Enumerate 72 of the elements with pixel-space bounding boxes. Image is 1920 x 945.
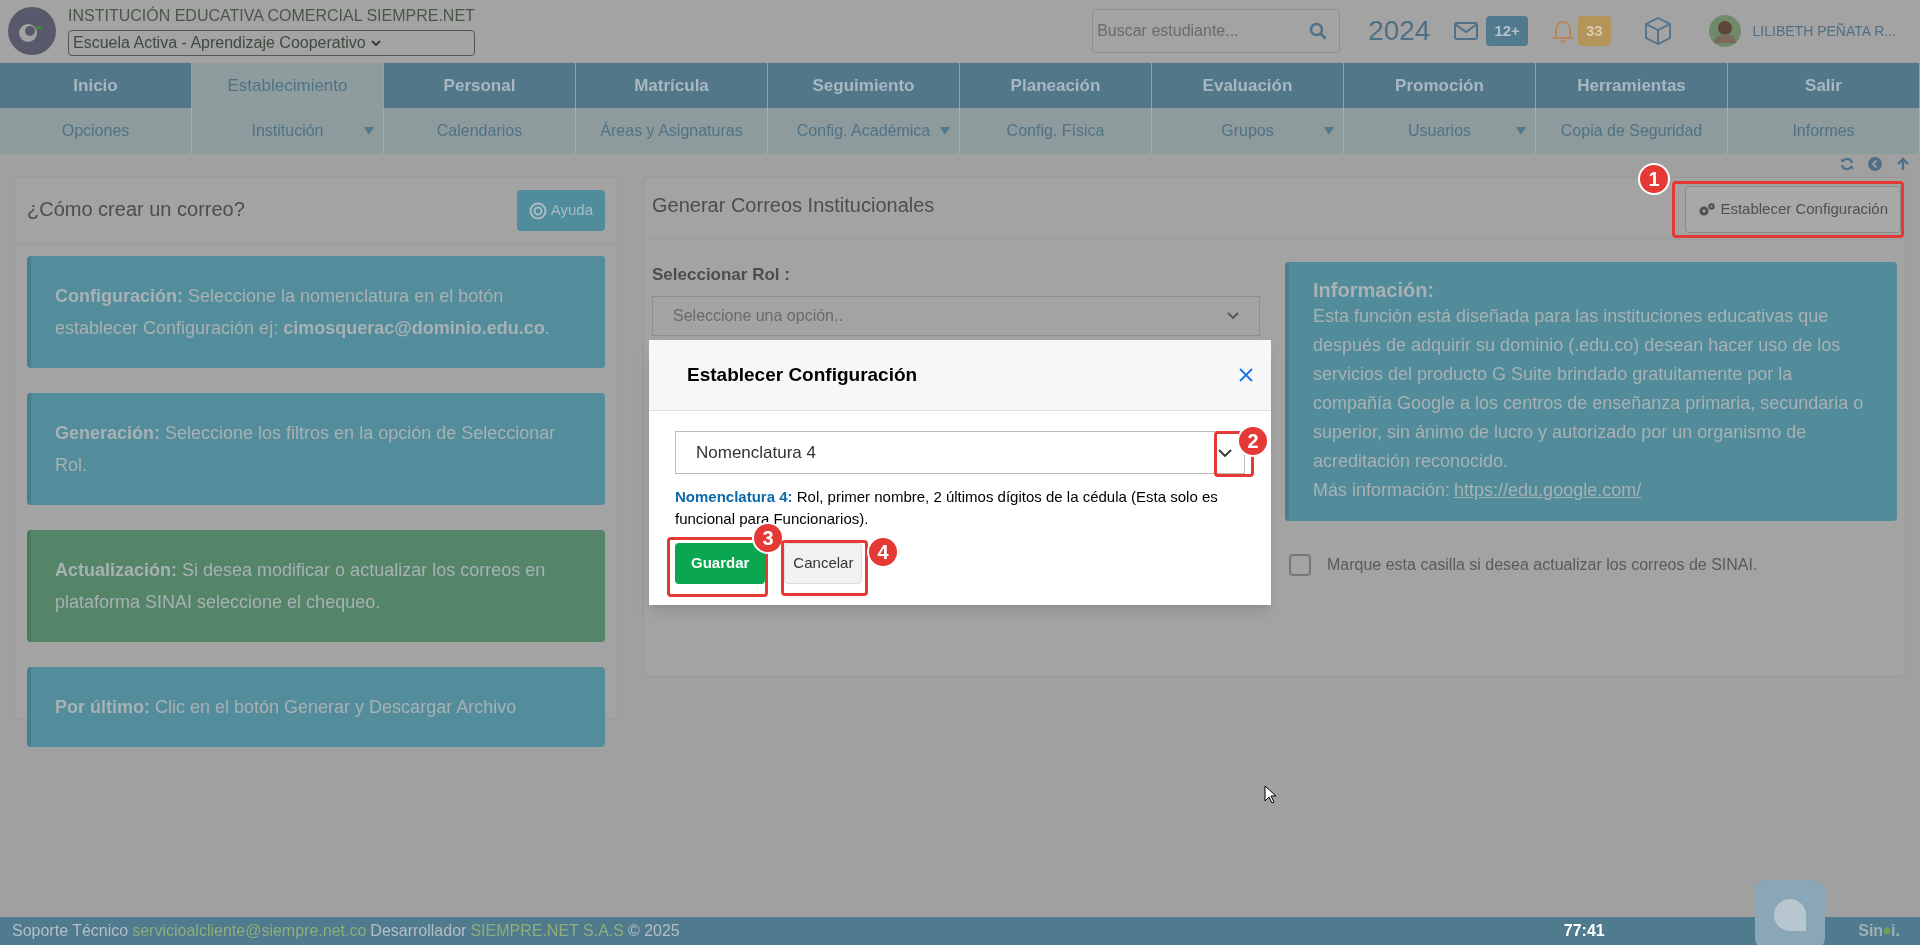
logo-icon [8, 7, 56, 55]
developer-label: Desarrollador [370, 921, 467, 941]
submenu-item[interactable]: Institución [192, 108, 384, 154]
update-checkbox[interactable] [1289, 554, 1311, 576]
refresh-icon[interactable] [1840, 157, 1854, 171]
panel-title: Generar Correos Institucionales [652, 193, 935, 218]
menu-tab[interactable]: Promoción [1344, 63, 1536, 108]
checkbox-label: Marque esta casilla si desea actualizar los correos de SINAI. [1327, 555, 1758, 575]
menu-tab[interactable]: Seguimiento [768, 63, 960, 108]
bell-icon[interactable] [1551, 19, 1574, 43]
arrow-up-icon[interactable] [1896, 157, 1910, 171]
support-label: Soporte Técnico [12, 921, 129, 941]
submenu-item[interactable]: Config. Física [960, 108, 1152, 154]
submenu-item[interactable]: Copia de Seguridad [1536, 108, 1728, 154]
submenu-item[interactable]: Usuarios [1344, 108, 1536, 154]
copyright-text: © 2025 [627, 921, 680, 941]
messages-badge: 12+ [1486, 15, 1528, 47]
menu-tab[interactable]: Herramientas [1536, 63, 1728, 108]
support-email-link[interactable]: servicioalcliente@siempre.net.co [132, 919, 367, 943]
year-label: 2024 [1368, 14, 1431, 48]
alert-text: Configuración: Seleccione la nomenclatura en el botón establecer Configuración ej: cimosquerac@dominio.edu.co. [55, 286, 550, 338]
info-text: Esta función está diseñada para las instituciones educativas que después de adquirir su dominio (.edu.co) desean hacer uso de los servicios del producto G Suite brindado gratuitamente por la compañía Google a los centros de enseñanza primaria, secundaria o superior, sin ánimo de lucro y autorizado por un organismo de acreditación reconocido. [1313, 305, 1865, 473]
user-name[interactable]: LILIBETH PEÑATA R... [1752, 20, 1896, 42]
alert-text: Generación: Seleccione los filtros en la opción de Seleccionar Rol. [55, 423, 556, 475]
menu-tab[interactable]: Establecimiento [192, 63, 384, 108]
submenu-item[interactable]: Config. Académica [768, 108, 960, 154]
submenu-item[interactable]: Calendarios [384, 108, 576, 154]
menu-tab[interactable]: Salir [1728, 63, 1920, 108]
session-timer: 77:41 [1563, 921, 1605, 941]
submenu-item[interactable]: Áreas y Asignaturas [576, 108, 768, 154]
alert-text: Por último: Clic en el botón Generar y Descargar Archivo [55, 697, 517, 717]
cube-icon[interactable] [1642, 16, 1673, 46]
model-select[interactable]: Escuela Activa - Aprendizaje Cooperativo [68, 30, 475, 56]
avatar[interactable] [1708, 15, 1741, 47]
chevron-down-icon [1227, 311, 1239, 320]
close-icon[interactable] [1239, 368, 1253, 382]
nomenclature-select[interactable]: Nomenclatura 4 [675, 431, 1245, 474]
submenu-item[interactable]: Opciones [0, 108, 192, 154]
modal-title: Establecer Configuración [687, 362, 918, 387]
cursor-icon [1264, 785, 1278, 805]
logo-text: i. [1891, 921, 1900, 941]
chevron-down-icon [369, 37, 382, 49]
mail-icon[interactable] [1454, 22, 1479, 40]
role-select[interactable]: Seleccione una opción.. [652, 295, 1260, 336]
settings-button[interactable]: Establecer Configuración [1685, 186, 1901, 233]
menu-tab[interactable]: Evaluación [1152, 63, 1344, 108]
search-icon [1309, 22, 1328, 40]
menu-tab[interactable]: Personal [384, 63, 576, 108]
role-label: Seleccionar Rol : [652, 264, 791, 286]
chat-button[interactable] [1755, 880, 1825, 945]
logo-text: Sin [1858, 921, 1884, 941]
menu-tab[interactable]: Planeación [960, 63, 1152, 108]
alert-text: Actualización: Si desea modificar o actualizar los correos en plataforma SINAI seleccione el chequeo. [55, 560, 546, 612]
cancel-button[interactable]: Cancelar [784, 543, 863, 584]
notifications-badge: 33 [1577, 15, 1611, 47]
submenu-item[interactable]: Informes [1728, 108, 1920, 154]
help-button[interactable]: Ayuda [516, 190, 605, 231]
panel-title: ¿Cómo crear un correo? [27, 197, 245, 222]
more-info-link[interactable]: https://edu.google.com/ [1454, 476, 1642, 505]
developer-link[interactable]: SIEMPRE.NET S.A.S [470, 919, 624, 943]
more-info-label: Más información: [1313, 479, 1451, 502]
menu-tab[interactable]: Inicio [0, 63, 192, 108]
lifebuoy-icon [528, 201, 547, 220]
gears-icon [1698, 201, 1717, 218]
chevron-down-icon [1218, 448, 1232, 457]
institution-name: INSTITUCIÓN EDUCATIVA COMERCIAL SIEMPRE.NET [68, 6, 475, 26]
submenu-item[interactable]: Grupos [1152, 108, 1344, 154]
back-circle-icon[interactable] [1868, 157, 1882, 171]
menu-tab[interactable]: Matrícula [576, 63, 768, 108]
step-marker: 1 [1638, 163, 1670, 195]
info-title: Información: [1313, 278, 1436, 302]
search-field[interactable]: Buscar estudiante... [1092, 9, 1341, 53]
